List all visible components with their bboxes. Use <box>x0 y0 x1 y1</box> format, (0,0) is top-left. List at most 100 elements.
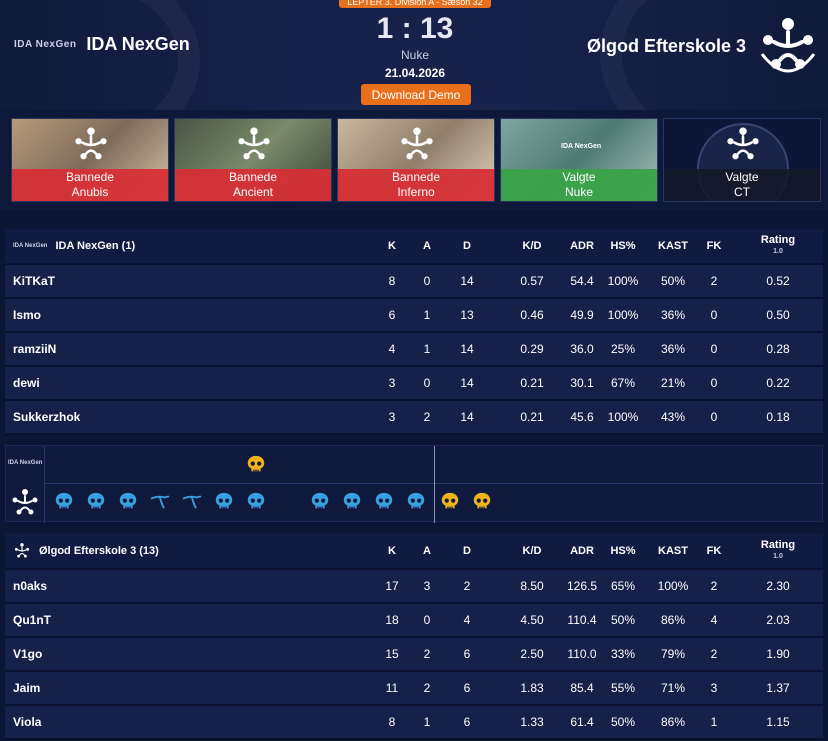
stat-kast: 79% <box>660 647 686 661</box>
player-name[interactable]: V1go <box>13 638 42 670</box>
stat-k: 17 <box>385 579 399 593</box>
col-header-hs[interactable]: HS% <box>603 229 643 263</box>
table-row[interactable]: KiTKaT 8 0 14 0.57 54.4 100% 50% 2 0.52 <box>5 265 823 299</box>
col-header-kast[interactable]: KAST <box>653 229 693 263</box>
col-header-d[interactable]: D <box>447 229 487 263</box>
col-header-fk[interactable]: FK <box>694 229 734 263</box>
stat-hs: 67% <box>610 376 636 390</box>
olgod-emblem-icon <box>760 18 816 73</box>
team-left[interactable]: IDA NexGen IDA NexGen <box>14 34 190 55</box>
stat-a: 2 <box>423 647 431 661</box>
bomb-defuse-icon[interactable] <box>181 491 203 513</box>
stat-rating: 0.52 <box>766 274 790 288</box>
division-badge[interactable]: LEPTER 3. Division A - Sæson 32 <box>339 0 491 8</box>
score-left: 1 <box>376 12 394 45</box>
stat-adr: 54.4 <box>570 274 594 288</box>
stat-fk: 1 <box>710 715 718 729</box>
veto-action: Bannede <box>391 170 441 184</box>
stat-adr: 126.5 <box>566 579 598 593</box>
team-title-text: Ølgod Efterskole 3 (13) <box>39 545 159 557</box>
col-header-k[interactable]: K <box>372 229 412 263</box>
veto-card-ancient[interactable]: Bannede Ancient <box>174 118 332 202</box>
match-header: IDA NexGen IDA NexGen LEPTER 3. Division… <box>0 0 828 110</box>
table-row[interactable]: V1go 15 2 6 2.50 110.0 33% 79% 2 1.90 <box>5 638 823 672</box>
table-team-title[interactable]: IDA NexGen IDA NexGen (1) <box>13 229 135 263</box>
stat-k: 15 <box>385 647 399 661</box>
stat-d: 2 <box>463 579 471 593</box>
player-name[interactable]: Viola <box>13 706 41 738</box>
col-header-a[interactable]: A <box>407 229 447 263</box>
skull-icon[interactable] <box>341 491 363 513</box>
col-header-k[interactable]: K <box>372 534 412 568</box>
col-header-a[interactable]: A <box>407 534 447 568</box>
skull-icon[interactable] <box>309 491 331 513</box>
veto-card-inferno[interactable]: Bannede Inferno <box>337 118 495 202</box>
player-name[interactable]: Ismo <box>13 299 41 331</box>
olgod-emblem-icon <box>75 127 107 160</box>
col-header-adr[interactable]: ADR <box>562 229 602 263</box>
player-name[interactable]: Jaim <box>13 672 40 704</box>
skull-icon[interactable] <box>85 491 107 513</box>
stat-hs: 50% <box>610 715 636 729</box>
stat-fk: 2 <box>710 274 718 288</box>
rating-version: 1.0 <box>773 553 783 560</box>
table-row[interactable]: Jaim 11 2 6 1.83 85.4 55% 71% 3 1.37 <box>5 672 823 706</box>
table-row[interactable]: Sukkerzhok 3 2 14 0.21 45.6 100% 43% 0 0.18 <box>5 401 823 435</box>
player-name[interactable]: n0aks <box>13 570 47 602</box>
stat-kast: 21% <box>660 376 686 390</box>
table-row[interactable]: Viola 8 1 6 1.33 61.4 50% 86% 1 1.15 <box>5 706 823 740</box>
stat-a: 0 <box>423 613 431 627</box>
skull-icon[interactable] <box>117 491 139 513</box>
skull-icon[interactable] <box>373 491 395 513</box>
player-name[interactable]: dewi <box>13 367 40 399</box>
stat-a: 2 <box>423 410 431 424</box>
skull-icon[interactable] <box>53 491 75 513</box>
veto-card-anubis[interactable]: Bannede Anubis <box>11 118 169 202</box>
download-demo-button[interactable]: Download Demo <box>361 84 471 105</box>
team-left-name[interactable]: IDA NexGen <box>86 34 189 55</box>
col-header-kd[interactable]: K/D <box>512 229 552 263</box>
stat-d: 13 <box>460 308 474 322</box>
stat-a: 0 <box>423 376 431 390</box>
bomb-defuse-icon[interactable] <box>149 491 171 513</box>
col-header-rating[interactable]: Rating 1.0 <box>758 229 798 263</box>
skull-icon[interactable] <box>439 491 461 513</box>
table-row[interactable]: dewi 3 0 14 0.21 30.1 67% 21% 0 0.22 <box>5 367 823 401</box>
col-header-kd[interactable]: K/D <box>512 534 552 568</box>
table-header-row: Ølgod Efterskole 3 (13) K A D K/D ADR HS% KAST F… <box>5 534 823 570</box>
team-right[interactable]: Ølgod Efterskole 3 <box>587 14 820 78</box>
skull-icon[interactable] <box>405 491 427 513</box>
col-header-hs[interactable]: HS% <box>603 534 643 568</box>
table-row[interactable]: n0aks 17 3 2 8.50 126.5 65% 100% 2 2.30 <box>5 570 823 604</box>
stat-kd: 0.46 <box>520 308 544 322</box>
stat-rating: 1.90 <box>766 647 790 661</box>
stat-adr: 49.9 <box>570 308 594 322</box>
player-name[interactable]: Sukkerzhok <box>13 401 80 433</box>
col-header-fk[interactable]: FK <box>694 534 734 568</box>
table-row[interactable]: ramziiN 4 1 14 0.29 36.0 25% 36% 0 0.28 <box>5 333 823 367</box>
veto-card-nuke[interactable]: IDA NexGen Valgte Nuke <box>500 118 658 202</box>
ida-nexgen-logo: IDA NexGen <box>561 143 602 150</box>
player-name[interactable]: KiTKaT <box>13 265 55 297</box>
map-veto: Bannede Anubis Bannede Ancient Bannede I… <box>0 110 828 210</box>
veto-map: Inferno <box>397 185 435 199</box>
col-header-rating[interactable]: Rating 1.0 <box>758 534 798 568</box>
team-title-text: IDA NexGen (1) <box>55 240 136 252</box>
player-name[interactable]: Qu1nT <box>13 604 51 636</box>
col-header-d[interactable]: D <box>447 534 487 568</box>
stat-kast: 50% <box>660 274 686 288</box>
table-row[interactable]: Ismo 6 1 13 0.46 49.9 100% 36% 0 0.50 <box>5 299 823 333</box>
team-right-name[interactable]: Ølgod Efterskole 3 <box>587 36 746 57</box>
veto-card-side[interactable]: Valgte CT <box>663 118 821 202</box>
skull-icon[interactable] <box>245 454 267 476</box>
col-header-adr[interactable]: ADR <box>562 534 602 568</box>
skull-icon[interactable] <box>471 491 493 513</box>
skull-icon[interactable] <box>213 491 235 513</box>
col-header-kast[interactable]: KAST <box>653 534 693 568</box>
table-team-title[interactable]: Ølgod Efterskole 3 (13) <box>13 534 159 568</box>
stat-adr: 85.4 <box>570 681 594 695</box>
player-name[interactable]: ramziiN <box>13 333 56 365</box>
skull-icon[interactable] <box>245 491 267 513</box>
stat-fk: 4 <box>710 613 718 627</box>
table-row[interactable]: Qu1nT 18 0 4 4.50 110.4 50% 86% 4 2.03 <box>5 604 823 638</box>
